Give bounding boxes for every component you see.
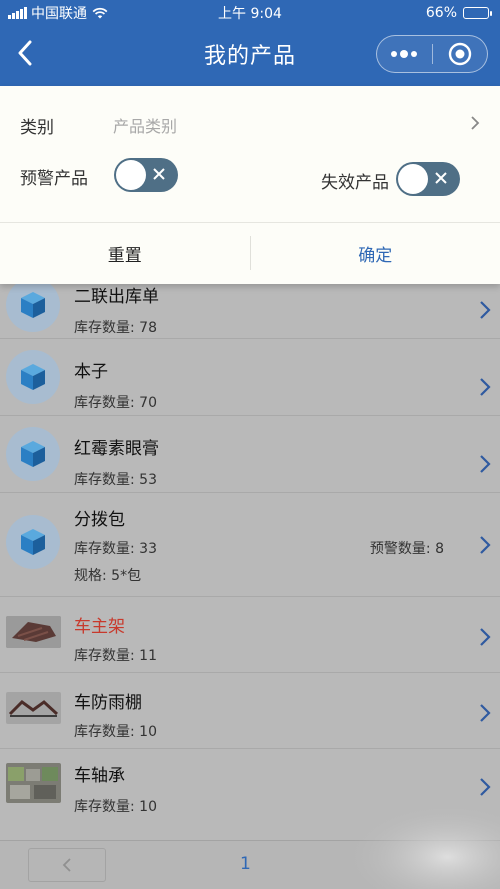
filter-panel: 类别 产品类别 预警产品 失效产品 重置 确定 [0, 86, 500, 284]
stock-quantity: 库存数量: 78 [74, 320, 157, 336]
chevron-left-icon [62, 858, 71, 872]
category-label: 类别 [20, 118, 54, 138]
top-bar: 中国联通 上午 9:04 66% 我的产品 [0, 0, 500, 86]
stock-quantity: 库存数量: 11 [74, 648, 157, 664]
warning-quantity: 预警数量: 8 [369, 541, 444, 557]
warning-product-label: 预警产品 [20, 169, 88, 189]
signal-icon [8, 7, 27, 19]
page-number[interactable]: 1 [240, 854, 251, 874]
product-list: 二联出库单 库存数量: 78 本子 库存数量: 70 红霉素眼膏 库存数量: 5… [0, 278, 500, 825]
chevron-right-icon [480, 778, 491, 796]
product-name: 分拨包 [74, 510, 125, 530]
cube-icon [6, 515, 60, 569]
chevron-right-icon [480, 301, 491, 319]
mini-program-capsule [376, 35, 488, 73]
product-name: 车防雨棚 [74, 693, 142, 713]
cube-icon [6, 350, 60, 404]
product-item[interactable]: 车主架 库存数量: 11 [0, 597, 500, 673]
stock-quantity: 库存数量: 10 [74, 724, 157, 740]
clock-text: 上午 9:04 [218, 6, 282, 22]
more-dots-icon [391, 50, 418, 58]
product-spec: 规格: 5*包 [74, 568, 142, 584]
product-name: 车轴承 [74, 766, 125, 786]
confirm-button[interactable]: 确定 [251, 223, 500, 284]
stock-quantity: 库存数量: 53 [74, 472, 157, 488]
stock-quantity: 库存数量: 10 [74, 799, 157, 815]
stock-quantity: 库存数量: 70 [74, 395, 157, 411]
product-item[interactable]: 车防雨棚 库存数量: 10 [0, 673, 500, 749]
page-title: 我的产品 [203, 44, 296, 69]
product-photo [6, 616, 61, 648]
battery-percent: 66% [425, 5, 457, 21]
chevron-right-icon [471, 116, 480, 130]
status-bar: 中国联通 上午 9:04 66% [0, 0, 500, 26]
chevron-right-icon [480, 378, 491, 396]
product-photo [6, 763, 61, 803]
product-name: 车主架 [74, 617, 125, 637]
product-item[interactable]: 分拨包 库存数量: 33 预警数量: 8 规格: 5*包 [0, 493, 500, 597]
nav-bar: 我的产品 [0, 26, 500, 82]
chevron-left-icon [18, 40, 32, 66]
carrier-text: 中国联通 [31, 6, 87, 22]
product-name: 红霉素眼膏 [74, 439, 159, 459]
chevron-right-icon [480, 536, 491, 554]
product-item[interactable]: 红霉素眼膏 库存数量: 53 [0, 416, 500, 493]
watermark-smudge [350, 809, 500, 889]
more-button[interactable] [377, 36, 432, 72]
filter-actions: 重置 确定 [0, 223, 500, 284]
product-photo [6, 692, 61, 724]
prev-page-button[interactable] [28, 848, 106, 882]
close-icon [435, 172, 447, 184]
battery-icon [463, 7, 492, 19]
category-placeholder: 产品类别 [113, 117, 178, 136]
close-mini-program-button[interactable] [433, 36, 488, 72]
category-row[interactable]: 类别 产品类别 [0, 106, 500, 140]
toggle-knob [398, 164, 428, 194]
back-button[interactable] [10, 36, 40, 70]
chevron-right-icon [480, 628, 491, 646]
cube-icon [6, 278, 60, 332]
close-icon [153, 168, 165, 180]
invalid-product-toggle[interactable] [396, 162, 460, 196]
reset-button[interactable]: 重置 [0, 223, 250, 284]
product-name: 本子 [74, 362, 108, 382]
invalid-product-label: 失效产品 [321, 173, 389, 193]
product-item[interactable]: 本子 库存数量: 70 [0, 339, 500, 416]
warning-product-toggle[interactable] [114, 158, 178, 192]
pagination-bar: 1 [0, 809, 500, 889]
chevron-right-icon [480, 455, 491, 473]
product-name: 二联出库单 [74, 287, 159, 307]
product-item[interactable]: 二联出库单 库存数量: 78 [0, 278, 500, 339]
stock-quantity: 库存数量: 33 [74, 541, 157, 557]
chevron-right-icon [480, 704, 491, 722]
cube-icon [6, 427, 60, 481]
wifi-icon [92, 7, 108, 19]
target-circle-icon [448, 42, 471, 66]
toggle-knob [116, 160, 146, 190]
